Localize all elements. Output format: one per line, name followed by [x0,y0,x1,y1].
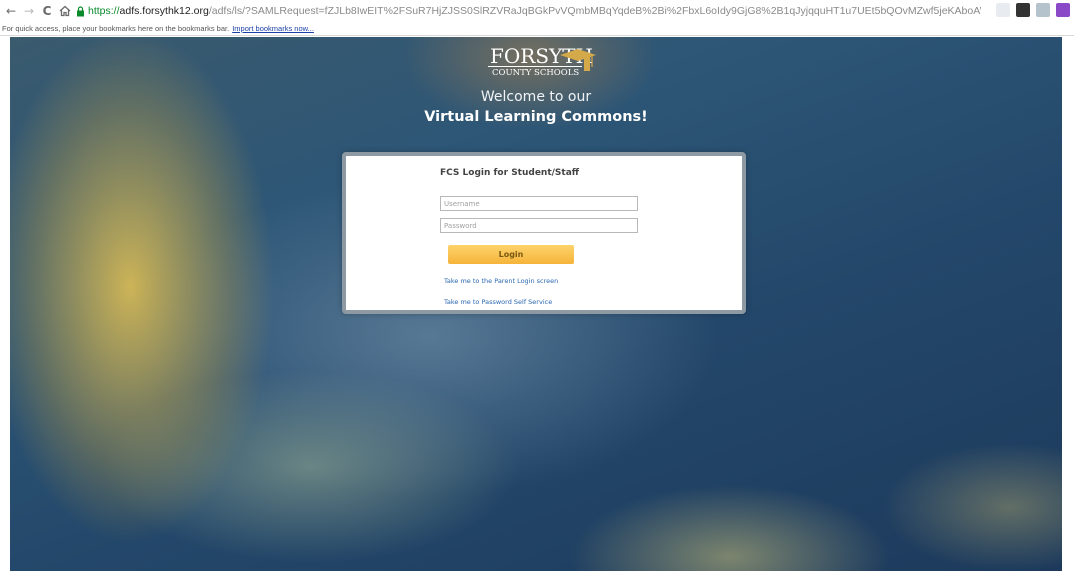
page-background: FORSYTH COUNTY SCHOOLS Welcome to our Vi… [10,37,1062,571]
browser-toolbar: ← → C https:// adfs.forsythk12.org /adfs… [0,0,1074,22]
bookmarks-hint: For quick access, place your bookmarks h… [2,24,230,33]
password-input[interactable] [440,218,638,233]
home-icon[interactable] [58,4,72,18]
svg-text:COUNTY SCHOOLS: COUNTY SCHOOLS [492,68,579,78]
bookmarks-bar: For quick access, place your bookmarks h… [0,22,1074,36]
forsyth-logo: FORSYTH COUNTY SCHOOLS [488,44,596,78]
address-bar[interactable]: https:// adfs.forsythk12.org /adfs/ls/?S… [76,3,981,19]
forward-arrow-icon[interactable]: → [22,4,36,18]
puzzle-extension-icon[interactable] [1056,3,1070,17]
import-bookmarks-link[interactable]: Import bookmarks now... [232,24,314,33]
username-input[interactable] [440,196,638,211]
camera-extension-icon[interactable] [1016,3,1030,17]
lock-icon [76,5,85,17]
url-path: /adfs/ls/?SAMLRequest=fZJLb8IwEIT%2FSuR7… [208,5,981,17]
welcome-title: Virtual Learning Commons! [424,109,648,125]
extension-icons [996,3,1070,17]
login-title: FCS Login for Student/Staff [440,168,580,178]
reload-icon[interactable]: C [40,4,54,18]
url-scheme: https:// [88,5,120,17]
login-card: FCS Login for Student/Staff Login Take m… [342,152,746,314]
password-self-service-link[interactable]: Take me to Password Self Service [444,298,552,306]
back-arrow-icon[interactable]: ← [4,4,18,18]
star-icon[interactable] [996,3,1010,17]
login-button[interactable]: Login [448,245,574,264]
cast-extension-icon[interactable] [1036,3,1050,17]
welcome-text: Welcome to our [480,89,592,105]
url-host: adfs.forsythk12.org [119,5,209,17]
parent-login-link[interactable]: Take me to the Parent Login screen [444,277,558,285]
